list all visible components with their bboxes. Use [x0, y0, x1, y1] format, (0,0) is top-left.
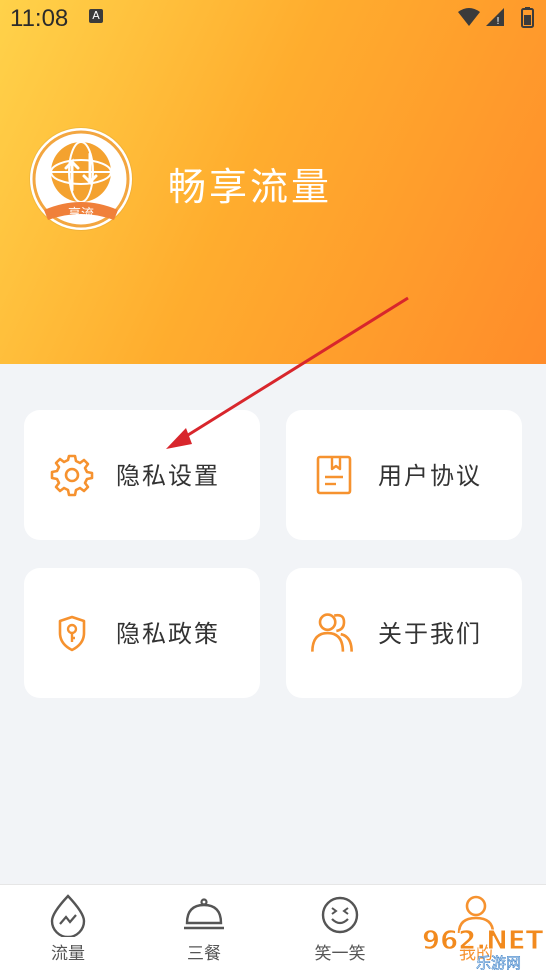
- status-bar: 11:08 A !: [0, 0, 546, 38]
- wifi-icon: [458, 8, 480, 26]
- tab-smile[interactable]: 笑一笑: [272, 885, 408, 973]
- logo-caption: 享流: [68, 206, 94, 222]
- status-time: 11:08: [10, 5, 69, 32]
- tab-traffic[interactable]: 流量: [0, 885, 136, 973]
- about-us-card[interactable]: 关于我们: [286, 568, 522, 698]
- privacy-policy-card[interactable]: 隐私政策: [24, 568, 260, 698]
- tab-meals-label: 三餐: [187, 944, 221, 964]
- water-drop-icon: [50, 894, 86, 937]
- profile-header: 11:08 A ! 享流 畅享流量: [0, 0, 546, 364]
- site-watermark: 962.NET 乐游网: [422, 926, 545, 973]
- watermark-sub: 乐游网: [476, 954, 521, 972]
- user-agreement-label: 用户协议: [378, 462, 482, 490]
- app-name: 畅享流量: [168, 165, 333, 209]
- tab-traffic-label: 流量: [51, 944, 85, 964]
- shield-key-icon: [58, 615, 86, 652]
- privacy-settings-label: 隐私设置: [116, 462, 220, 490]
- app-logo: 享流: [30, 128, 132, 230]
- user-agreement-card[interactable]: 用户协议: [286, 410, 522, 540]
- signal-icon: [486, 8, 504, 26]
- smile-icon: [321, 896, 359, 934]
- document-icon: [316, 455, 352, 495]
- status-icons: !: [458, 7, 536, 29]
- notification-icon: A: [89, 9, 103, 23]
- watermark-text: 962.NET: [422, 926, 544, 956]
- privacy-settings-card[interactable]: 隐私设置: [24, 410, 260, 540]
- cloche-icon: [184, 898, 224, 930]
- gear-icon: [50, 454, 94, 497]
- group-icon: [311, 613, 353, 652]
- tab-smile-label: 笑一笑: [314, 944, 366, 964]
- about-us-label: 关于我们: [378, 620, 482, 648]
- privacy-policy-label: 隐私政策: [116, 620, 220, 648]
- tab-meals[interactable]: 三餐: [136, 885, 272, 973]
- svg-text:!: !: [496, 16, 500, 27]
